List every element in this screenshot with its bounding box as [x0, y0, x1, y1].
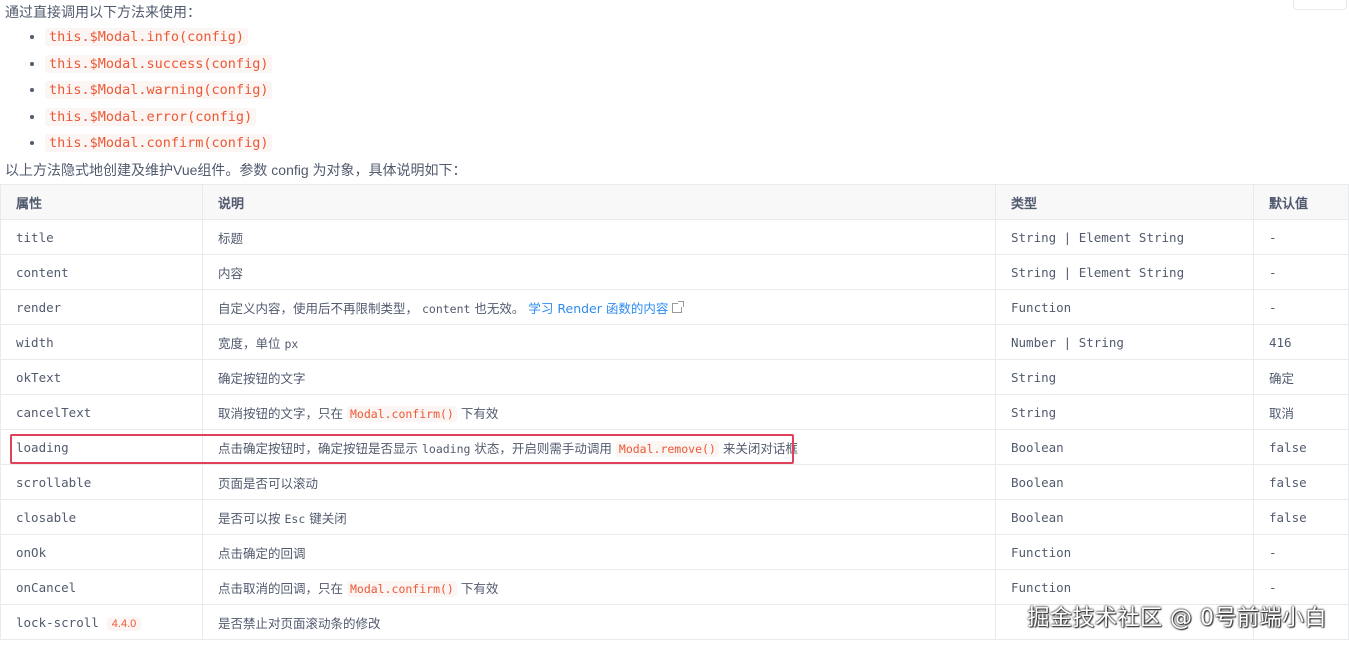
desc-cell: 是否可以按 Esc 键关闭 — [202, 499, 996, 535]
desc-cell: 点击取消的回调，只在 Modal.confirm() 下有效 — [202, 569, 996, 605]
prop-cell: render — [0, 289, 203, 325]
method-code: this.$Modal.info(config) — [45, 28, 249, 46]
prop-cell: content — [0, 254, 203, 290]
table-header-row: 属性 说明 类型 默认值 — [0, 184, 1349, 220]
type-cell: Boolean — [995, 464, 1254, 500]
method-code: this.$Modal.error(config) — [45, 107, 257, 126]
prop-cell: loading — [0, 429, 203, 465]
desc-text: 自定义内容，使用后不再限制类型， — [218, 300, 422, 316]
table-row: onOk 点击确定的回调 Function - — [0, 534, 1349, 570]
desc-cell: 标题 — [202, 219, 996, 255]
type-cell: String | Element String — [995, 219, 1254, 255]
desc-cell: 页面是否可以滚动 — [202, 464, 996, 500]
desc-code: Modal.confirm() — [346, 580, 457, 597]
prop-cell: okText — [0, 359, 203, 395]
prop-cell: onCancel — [0, 569, 203, 605]
desc-mono: loading — [421, 441, 471, 456]
back-to-top-tab[interactable] — [1293, 0, 1347, 10]
desc-cell: 取消按钮的文字，只在 Modal.confirm() 下有效 — [202, 394, 996, 430]
prop-cell: closable — [0, 499, 203, 535]
prop-cell: scrollable — [0, 464, 203, 500]
type-cell: Number | String — [995, 324, 1254, 360]
desc-text: 状态，开启则需手动调用 — [470, 440, 616, 456]
method-list: this.$Modal.info(config) this.$Modal.suc… — [26, 24, 273, 157]
default-cell: false — [1253, 499, 1349, 535]
desc-cell: 是否禁止对页面滚动条的修改 — [202, 604, 996, 640]
header-description: 说明 — [202, 184, 996, 220]
intro-text: 通过直接调用以下方法来使用： — [5, 4, 201, 20]
desc-text: 来关闭对话框 — [718, 440, 798, 456]
desc-text: 键关闭 — [305, 510, 347, 526]
default-cell: false — [1253, 429, 1349, 465]
default-cell: false — [1253, 464, 1349, 500]
type-cell: Function — [995, 534, 1254, 570]
type-cell: String | Element String — [995, 254, 1254, 290]
desc-cell: 内容 — [202, 254, 996, 290]
method-code: this.$Modal.warning(config) — [45, 81, 273, 99]
prop-cell: width — [0, 324, 203, 360]
list-item: this.$Modal.success(config) — [45, 51, 273, 78]
list-item: this.$Modal.warning(config) — [45, 77, 273, 104]
default-cell: 确定 — [1253, 359, 1349, 395]
type-cell: Boolean — [995, 499, 1254, 535]
prop-cell: lock-scroll 4.4.0 — [0, 604, 203, 640]
list-item: this.$Modal.info(config) — [45, 24, 272, 51]
method-code: this.$Modal.confirm(config) — [45, 134, 273, 152]
watermark: 掘金技术社区 @ 0号前端小白 — [1027, 606, 1327, 631]
table-row: cancelText 取消按钮的文字，只在 Modal.confirm() 下有… — [0, 394, 1349, 430]
desc-mono: content — [421, 301, 471, 316]
desc-text: 下有效 — [456, 405, 499, 421]
list-item: this.$Modal.error(config) — [45, 104, 272, 131]
config-description: 以上方法隐式地创建及维护Vue组件。参数 config 为对象，具体说明如下： — [5, 162, 467, 178]
page: 通过直接调用以下方法来使用： this.$Modal.info(config) … — [0, 0, 1349, 652]
desc-cell: 宽度，单位 px — [202, 324, 996, 360]
table-row: closable 是否可以按 Esc 键关闭 Boolean false — [0, 499, 1349, 535]
default-cell: - — [1253, 534, 1349, 570]
method-code: this.$Modal.success(config) — [45, 54, 273, 73]
type-cell: String — [995, 394, 1254, 430]
desc-code: Modal.confirm() — [346, 405, 457, 422]
render-docs-link[interactable]: 学习 Render 函数的内容 — [528, 301, 668, 316]
header-property: 属性 — [0, 184, 203, 220]
desc-text: 是否可以按 — [218, 510, 285, 526]
prop-cell: cancelText — [0, 394, 203, 430]
table-row: scrollable 页面是否可以滚动 Boolean false — [0, 464, 1349, 500]
desc-cell: 自定义内容，使用后不再限制类型， content 也无效。 学习 Render … — [202, 289, 996, 325]
default-cell: - — [1253, 254, 1349, 290]
desc-text: 取消按钮的文字，只在 — [218, 405, 347, 421]
prop-cell: title — [0, 219, 203, 255]
table-row: content 内容 String | Element String - — [0, 254, 1349, 290]
desc-mono: Esc — [284, 511, 306, 526]
desc-cell: 点击确定的回调 — [202, 534, 996, 570]
desc-text: 点击确定按钮时，确定按钮是否显示 — [218, 440, 422, 456]
desc-cell: 点击确定按钮时，确定按钮是否显示 loading 状态，开启则需手动调用 Mod… — [202, 429, 996, 465]
prop-cell: onOk — [0, 534, 203, 570]
desc-cell: 确定按钮的文字 — [202, 359, 996, 395]
prop-name: lock-scroll — [16, 614, 99, 630]
version-badge: 4.4.0 — [106, 616, 142, 631]
table-row: loading 点击确定按钮时，确定按钮是否显示 loading 状态，开启则需… — [0, 429, 1349, 465]
api-table: 属性 说明 类型 默认值 title 标题 String | Element S… — [0, 184, 1349, 640]
default-cell: 416 — [1253, 324, 1349, 360]
table-row: width 宽度，单位 px Number | String 416 — [0, 324, 1349, 360]
table-row: title 标题 String | Element String - — [0, 219, 1349, 255]
table-row: render 自定义内容，使用后不再限制类型， content 也无效。 学习 … — [0, 289, 1349, 325]
default-cell: 取消 — [1253, 394, 1349, 430]
desc-code: Modal.remove() — [615, 440, 719, 457]
desc-text: 也无效。 — [470, 300, 529, 316]
list-item: this.$Modal.confirm(config) — [45, 130, 273, 157]
default-cell: - — [1253, 219, 1349, 255]
default-cell: - — [1253, 289, 1349, 325]
type-cell: Boolean — [995, 429, 1254, 465]
desc-mono: px — [284, 336, 299, 351]
type-cell: String — [995, 359, 1254, 395]
external-link-icon — [672, 300, 685, 313]
desc-text: 宽度，单位 — [218, 335, 285, 351]
header-type: 类型 — [995, 184, 1254, 220]
desc-text: 点击取消的回调，只在 — [218, 580, 347, 596]
table-row: okText 确定按钮的文字 String 确定 — [0, 359, 1349, 395]
type-cell: Function — [995, 289, 1254, 325]
desc-text: 下有效 — [456, 580, 499, 596]
header-default: 默认值 — [1253, 184, 1349, 220]
